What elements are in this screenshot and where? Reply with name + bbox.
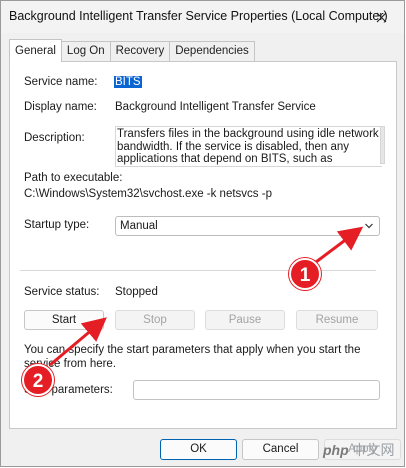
- annotation-arrow-2: [49, 317, 107, 367]
- annotation-badge-1: 1: [289, 258, 321, 290]
- annotation-badge-2: 2: [22, 364, 54, 396]
- watermark-logo: php: [323, 442, 349, 458]
- watermark: php 中文网: [323, 440, 395, 460]
- watermark-text: 中文网: [352, 442, 395, 458]
- tab-general[interactable]: General: [9, 39, 62, 62]
- annotation-arrows: [49, 226, 364, 367]
- annotation-arrow-1: [315, 226, 364, 264]
